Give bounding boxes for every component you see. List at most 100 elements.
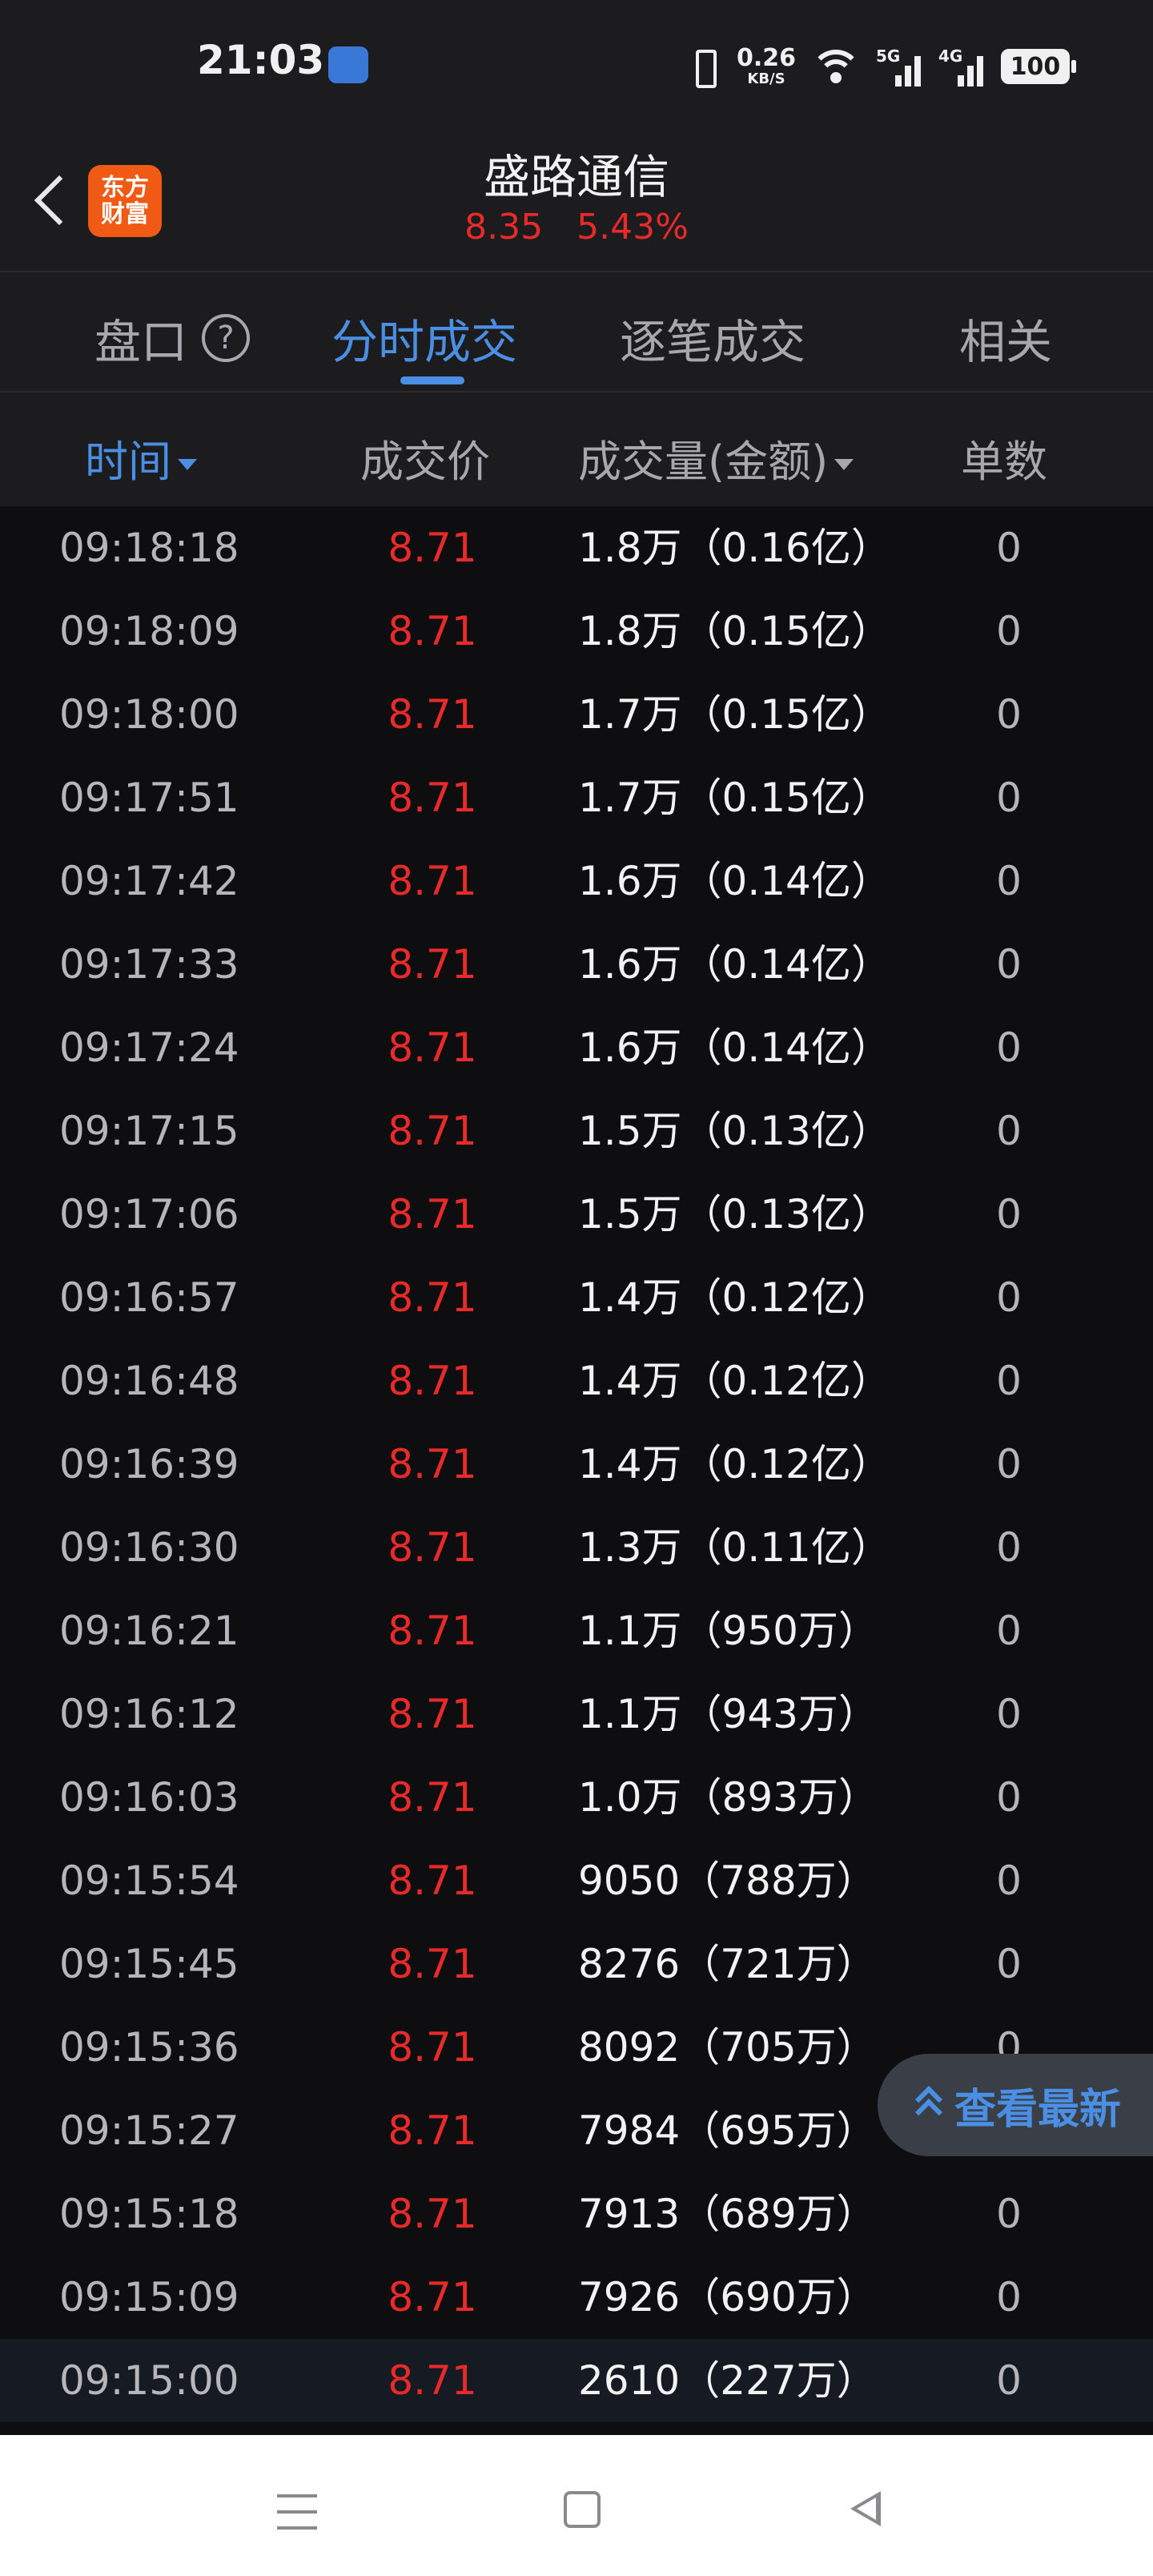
- column-header-price: 成交价: [360, 426, 490, 489]
- tab-minute-trades-label: 分时成交: [331, 315, 518, 369]
- column-header-volume[interactable]: 成交量(金额): [578, 426, 854, 489]
- row-count: 0: [996, 525, 1022, 571]
- table-row: 09:15:18 8.71 7913（689万） 0: [0, 2172, 1153, 2256]
- column-header-time-label: 时间: [85, 437, 171, 487]
- row-time: 09:16:21: [59, 1608, 239, 1654]
- row-time: 09:15:09: [59, 2274, 239, 2320]
- table-row: 09:18:00 8.71 1.7万（0.15亿） 0: [0, 673, 1153, 756]
- tab-tick-trades-label: 逐笔成交: [620, 315, 806, 369]
- table-row: 09:16:39 8.71 1.4万（0.12亿） 0: [0, 1423, 1153, 1506]
- tab-related[interactable]: 相关: [959, 304, 1052, 372]
- back-triangle-icon[interactable]: [846, 2486, 886, 2531]
- battery-level: 100: [1010, 52, 1061, 81]
- table-row: 09:17:33 8.71 1.6万（0.14亿） 0: [0, 923, 1153, 1006]
- row-time: 09:15:36: [59, 2024, 239, 2071]
- table-row: 09:16:57 8.71 1.4万（0.12亿） 0: [0, 1256, 1153, 1339]
- network-speed: 0.26 KB/S: [737, 46, 796, 87]
- row-time: 09:15:00: [59, 2357, 239, 2404]
- row-price: 8.71: [388, 1441, 477, 1487]
- battery-icon: 100: [1001, 49, 1076, 84]
- row-count: 0: [996, 858, 1022, 904]
- row-count: 0: [996, 1691, 1022, 1737]
- view-latest-button[interactable]: 查看最新: [878, 2054, 1153, 2156]
- signal-4g-label: 4G: [938, 46, 963, 66]
- row-count: 0: [996, 1108, 1022, 1154]
- stock-quote: 8.35 5.43%: [0, 207, 1153, 248]
- row-time: 09:16:39: [59, 1441, 239, 1487]
- row-count: 0: [996, 608, 1022, 654]
- row-count: 0: [996, 2357, 1022, 2404]
- column-header-count-label: 单数: [961, 437, 1047, 487]
- status-indicators: 0.26 KB/S 5G 4G 100: [685, 38, 1076, 95]
- tab-minute-trades[interactable]: 分时成交: [331, 304, 517, 372]
- row-price: 8.71: [388, 2357, 477, 2404]
- row-count: 0: [996, 1024, 1022, 1071]
- row-volume: 7926（690万）: [578, 2274, 877, 2320]
- row-volume: 7984（695万）: [578, 2107, 877, 2154]
- row-price: 8.71: [388, 1358, 477, 1404]
- table-row: 09:17:15 8.71 1.5万（0.13亿） 0: [0, 1089, 1153, 1173]
- row-time: 09:18:09: [59, 608, 239, 654]
- row-volume: 1.5万（0.13亿）: [578, 1191, 891, 1238]
- row-price: 8.71: [388, 1108, 477, 1154]
- stock-change-pct: 5.43%: [576, 207, 689, 248]
- column-header-price-label: 成交价: [360, 437, 490, 487]
- row-price: 8.71: [388, 941, 477, 988]
- row-price: 8.71: [388, 1024, 477, 1071]
- table-row: 09:18:09 8.71 1.8万（0.15亿） 0: [0, 590, 1153, 673]
- menu-icon[interactable]: [277, 2494, 317, 2530]
- table-row: 09:16:30 8.71 1.3万（0.11亿） 0: [0, 1506, 1153, 1589]
- table-row: 09:16:12 8.71 1.1万（943万） 0: [0, 1672, 1153, 1756]
- row-price: 8.71: [388, 1691, 477, 1737]
- tab-tick-trades[interactable]: 逐笔成交: [620, 304, 805, 372]
- column-header-time[interactable]: 时间: [85, 426, 197, 489]
- sort-caret-icon: [834, 459, 854, 471]
- table-row: 09:17:42 8.71 1.6万（0.14亿） 0: [0, 839, 1153, 923]
- row-time: 09:17:42: [59, 858, 239, 904]
- signal-5g-label: 5G: [876, 46, 901, 66]
- row-volume: 7913（689万）: [578, 2191, 877, 2237]
- row-price: 8.71: [388, 1608, 477, 1654]
- table-row: 09:16:03 8.71 1.0万（893万） 0: [0, 1756, 1153, 1839]
- row-price: 8.71: [388, 2107, 477, 2154]
- help-icon[interactable]: ?: [202, 314, 251, 362]
- row-time: 09:17:15: [59, 1108, 239, 1154]
- row-count: 0: [996, 1191, 1022, 1238]
- row-time: 09:17:06: [59, 1191, 239, 1238]
- row-time: 09:15:54: [59, 1858, 239, 1904]
- column-header-count: 单数: [961, 426, 1047, 489]
- home-icon[interactable]: [564, 2491, 601, 2528]
- double-chevron-up-icon: [913, 2085, 945, 2126]
- table-header: 时间 成交价 成交量(金额) 单数: [0, 392, 1153, 506]
- table-row: 09:15:00 8.71 2610（227万） 0: [0, 2339, 1153, 2422]
- row-time: 09:16:57: [59, 1274, 239, 1321]
- row-count: 0: [996, 1858, 1022, 1904]
- row-price: 8.71: [388, 1774, 477, 1821]
- row-volume: 1.5万（0.13亿）: [578, 1108, 891, 1154]
- sort-caret-icon: [178, 459, 197, 471]
- signal-5g-icon: 5G: [876, 46, 924, 87]
- row-count: 0: [996, 1524, 1022, 1571]
- row-price: 8.71: [388, 691, 477, 738]
- row-count: 0: [996, 2191, 1022, 2237]
- tab-order-book[interactable]: 盘口 ?: [94, 304, 251, 372]
- table-row: 09:15:45 8.71 8276（721万） 0: [0, 1922, 1153, 2006]
- stock-header: 东方 财富 盛路通信 8.35 5.43%: [0, 120, 1153, 272]
- row-count: 0: [996, 691, 1022, 738]
- row-price: 8.71: [388, 775, 477, 821]
- row-volume: 1.3万（0.11亿）: [578, 1524, 891, 1571]
- row-count: 0: [996, 1358, 1022, 1404]
- row-price: 8.71: [388, 1858, 477, 1904]
- table-row: 09:17:06 8.71 1.5万（0.13亿） 0: [0, 1173, 1153, 1256]
- tab-bar: 盘口 ? 分时成交 逐笔成交 相关: [0, 272, 1153, 392]
- active-tab-indicator: [400, 376, 464, 384]
- row-volume: 1.6万（0.14亿）: [578, 858, 891, 904]
- view-latest-label: 查看最新: [954, 2085, 1122, 2134]
- row-volume: 2610（227万）: [578, 2357, 877, 2404]
- row-time: 09:16:48: [59, 1358, 239, 1404]
- row-volume: 1.1万（943万）: [578, 1691, 878, 1737]
- wifi-icon: [810, 46, 862, 87]
- table-row: 09:18:18 8.71 1.8万（0.16亿） 0: [0, 506, 1153, 590]
- stock-name: 盛路通信: [483, 150, 669, 204]
- row-volume: 8092（705万）: [578, 2024, 877, 2071]
